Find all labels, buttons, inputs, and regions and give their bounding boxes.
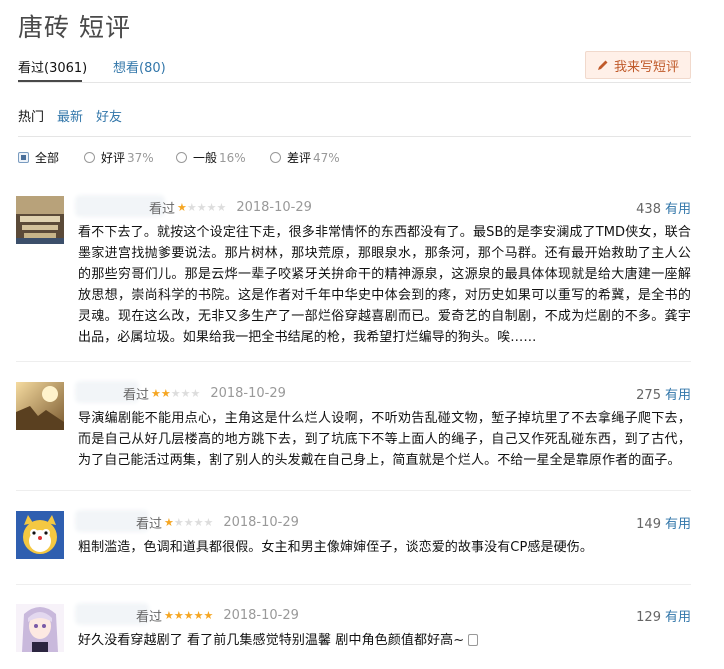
useful-button[interactable]: 有用: [665, 202, 691, 217]
tabs-divider: [18, 82, 691, 83]
watch-status: 看过: [136, 517, 163, 532]
avatar[interactable]: [16, 604, 64, 652]
filter-negative-label: 差评: [287, 151, 312, 165]
sorts-divider: [18, 136, 691, 137]
vote-count: 129: [636, 610, 661, 625]
rating-stars: ★★★★★: [164, 609, 214, 622]
rating-stars: ★★★★★: [164, 516, 214, 529]
image-icon: [468, 634, 479, 646]
avatar[interactable]: [16, 511, 64, 559]
review-meta: 看过 ★★★★★ 2018-10-29: [136, 606, 299, 625]
review-text: 导演编剧能不能用点心，主角这是什么烂人设啊，不听劝告乱碰文物，堑子掉坑里了不去拿…: [78, 411, 691, 468]
review-date: 2018-10-29: [236, 200, 312, 215]
tab-watched[interactable]: 看过(3061): [18, 57, 87, 76]
review-text: 好久没看穿越剧了 看了前几集感觉特别温馨 剧中角色颜值都好高~: [78, 633, 465, 648]
useful-button[interactable]: 有用: [665, 517, 691, 532]
filter-negative-pct: 47%: [313, 150, 340, 165]
review-text: 看不下去了。就按这个设定往下走，很多非常情怀的东西都没有了。最SB的是李安澜成了…: [78, 225, 691, 345]
useful-votes: 275 有用: [636, 384, 691, 403]
write-review-button[interactable]: 我来写短评: [585, 51, 691, 79]
review-item: 看过 ★★★★★ 2018-10-29 438 有用 看不下去了。就按这个设定往下…: [16, 196, 691, 346]
useful-votes: 149 有用: [636, 513, 691, 532]
watch-status: 看过: [136, 610, 163, 625]
useful-votes: 438 有用: [636, 198, 691, 217]
sort-latest[interactable]: 最新: [57, 106, 83, 125]
review-date: 2018-10-29: [223, 515, 299, 530]
radio-icon: [270, 152, 281, 163]
useful-button[interactable]: 有用: [665, 610, 691, 625]
filter-all-label: 全部: [35, 151, 60, 165]
avatar[interactable]: [16, 196, 64, 244]
filter-positive-pct: 37%: [127, 150, 154, 165]
review-meta: 看过 ★★★★★ 2018-10-29: [123, 384, 286, 403]
filter-neutral-pct: 16%: [219, 150, 246, 165]
page-title: 唐砖 短评: [18, 13, 131, 42]
review-item: 看过 ★★★★★ 2018-10-29 275 有用 导演编剧能不能用点心，主角这…: [16, 382, 691, 472]
review-text-wrap: 好久没看穿越剧了 看了前几集感觉特别温馨 剧中角色颜值都好高~: [78, 630, 691, 651]
review-divider: [16, 584, 691, 585]
radio-icon: [84, 152, 95, 163]
tab-want-to-watch[interactable]: 想看(80): [113, 57, 166, 76]
review-item: 看过 ★★★★★ 2018-10-29 149 有用 粗制滥造，色调和道具都很假。…: [16, 511, 691, 571]
watch-status: 看过: [123, 388, 150, 403]
filter-neutral-label: 一般: [193, 151, 218, 165]
write-review-label: 我来写短评: [613, 59, 679, 75]
watch-status: 看过: [149, 202, 176, 217]
radio-selected-icon: [18, 152, 29, 163]
review-meta: 看过 ★★★★★ 2018-10-29: [149, 198, 312, 217]
radio-icon: [176, 152, 187, 163]
filter-all[interactable]: 全部: [18, 149, 59, 166]
filter-neutral[interactable]: 一般 16%: [176, 149, 246, 166]
review-date: 2018-10-29: [210, 386, 286, 401]
filter-positive-label: 好评: [101, 151, 126, 165]
filter-positive[interactable]: 好评 37%: [84, 149, 154, 166]
useful-button[interactable]: 有用: [665, 388, 691, 403]
vote-count: 438: [636, 202, 661, 217]
rating-stars: ★★★★★: [151, 387, 201, 400]
rating-stars: ★★★★★: [177, 201, 227, 214]
review-item: 看过 ★★★★★ 2018-10-29 129 有用 好久没看穿越剧了 看了前几集…: [16, 604, 691, 664]
sort-hot[interactable]: 热门: [18, 106, 44, 125]
vote-count: 275: [636, 388, 661, 403]
review-meta: 看过 ★★★★★ 2018-10-29: [136, 513, 299, 532]
pencil-icon: [597, 60, 608, 70]
review-date: 2018-10-29: [223, 608, 299, 623]
review-divider: [16, 490, 691, 491]
filter-negative[interactable]: 差评 47%: [270, 149, 340, 166]
vote-count: 149: [636, 517, 661, 532]
useful-votes: 129 有用: [636, 606, 691, 625]
avatar[interactable]: [16, 382, 64, 430]
review-text: 粗制滥造，色调和道具都很假。女主和男主像婶婶侄子，谈恋爱的故事没有CP感是硬伤。: [78, 540, 593, 555]
review-divider: [16, 361, 691, 362]
sort-friends[interactable]: 好友: [96, 106, 122, 125]
